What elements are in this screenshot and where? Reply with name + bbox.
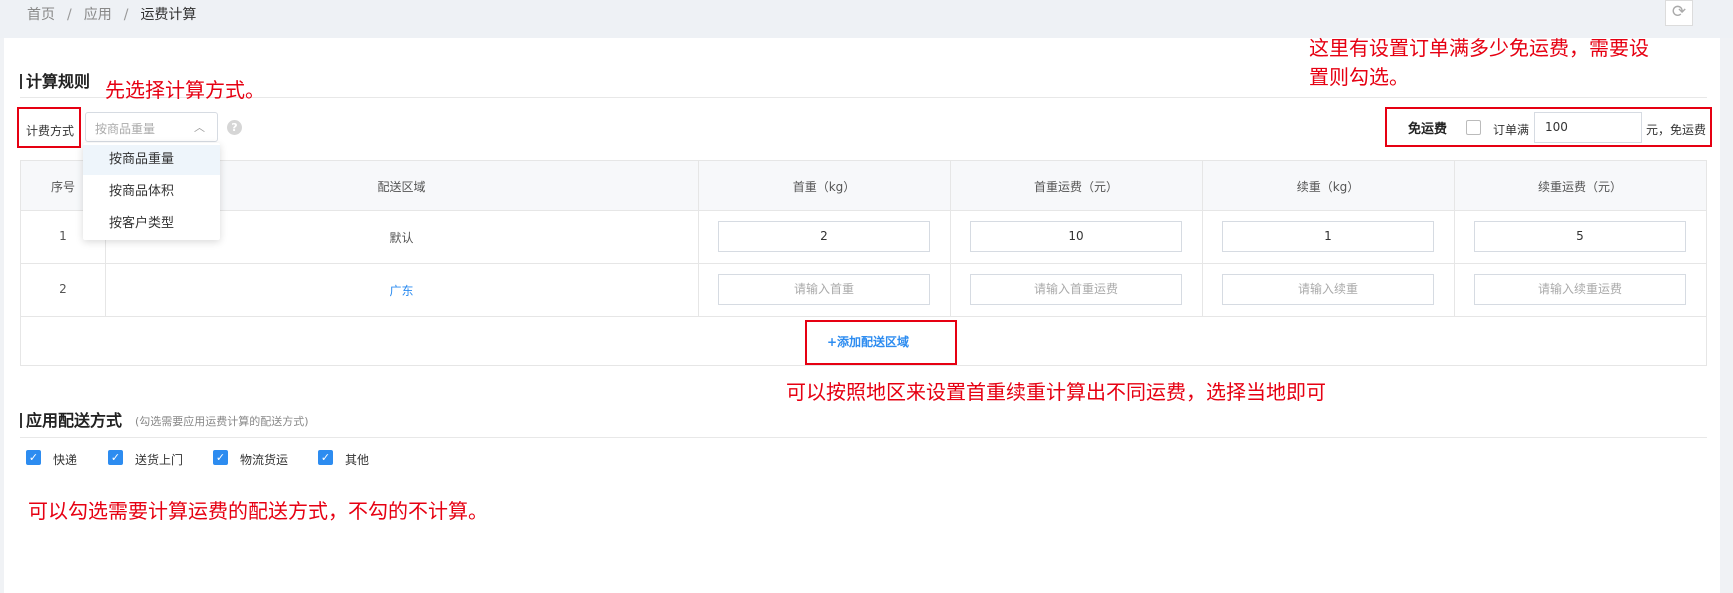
method-label-other: 其他	[345, 453, 370, 467]
row-divider	[21, 263, 1706, 264]
method-label-home-delivery: 送货上门	[135, 453, 184, 467]
breadcrumb: 首页 / 应用 / 运费计算	[27, 4, 196, 24]
help-icon[interactable]: ?	[227, 120, 242, 135]
method-checkbox-other[interactable]: ✓	[318, 450, 333, 465]
free-shipping-suffix: 元，免运费	[1646, 123, 1707, 137]
row2-first-fee-input[interactable]: 请输入首重运费	[970, 274, 1182, 305]
chevron-up-icon: ︿	[194, 121, 205, 134]
annotation-box-add-region	[805, 320, 957, 365]
column-divider	[950, 161, 951, 316]
column-header-first-fee: 首重运费（元）	[1033, 180, 1118, 194]
method-label-freight: 物流货运	[240, 453, 289, 467]
annotation-region: 可以按照地区来设置首重续重计算出不同运费，选择当地即可	[786, 380, 1326, 404]
annotation-select-method: 先选择计算方式。	[105, 78, 265, 102]
billing-method-dropdown: 按商品重量 按商品体积 按客户类型	[83, 143, 220, 240]
method-checkbox-home-delivery[interactable]: ✓	[108, 450, 123, 465]
divider	[20, 437, 1707, 438]
billing-method-label: 计费方式	[26, 124, 75, 138]
breadcrumb-home[interactable]: 首页	[27, 7, 55, 23]
free-shipping-prefix: 订单满	[1493, 123, 1530, 137]
row2-region-link[interactable]: 广东	[105, 282, 698, 299]
row-divider	[21, 316, 1706, 317]
free-shipping-label: 免运费	[1408, 122, 1448, 137]
breadcrumb-apps[interactable]: 应用	[84, 7, 112, 23]
billing-option-weight[interactable]: 按商品重量	[83, 145, 220, 175]
column-header-extra-weight: 续重（kg）	[1296, 180, 1360, 194]
free-shipping-checkbox[interactable]	[1466, 120, 1481, 135]
section-title-rules: 计算规则	[20, 68, 90, 92]
breadcrumb-separator: /	[123, 7, 129, 23]
column-header-extra-fee: 续重运费（元）	[1537, 180, 1622, 194]
refresh-icon[interactable]: ⟳	[1665, 0, 1693, 26]
annotation-free-shipping-line2: 置则勾选。	[1309, 65, 1409, 89]
billing-method-placeholder: 按商品重量	[95, 122, 156, 136]
delivery-hint: (勾选需要应用运费计算的配送方式)	[135, 415, 309, 428]
billing-method-select[interactable]: 按商品重量 ︿	[85, 112, 218, 142]
row2-extra-fee-input[interactable]: 请输入续重运费	[1474, 274, 1686, 305]
billing-option-volume[interactable]: 按商品体积	[83, 177, 220, 207]
section-title-rules-text: 计算规则	[26, 72, 91, 91]
breadcrumb-current: 运费计算	[140, 7, 197, 23]
row2-index: 2	[59, 282, 67, 296]
top-bar: 首页 / 应用 / 运费计算 ⟳	[0, 0, 1733, 38]
row1-first-weight-input[interactable]: 2	[718, 221, 930, 252]
row2-first-weight-input[interactable]: 请输入首重	[718, 274, 930, 305]
breadcrumb-separator: /	[67, 7, 72, 23]
column-header-first-weight: 首重（kg）	[792, 180, 856, 194]
column-divider	[698, 161, 699, 316]
method-label-express: 快递	[53, 453, 78, 467]
row1-extra-fee-input[interactable]: 5	[1474, 221, 1686, 252]
row2-extra-weight-input[interactable]: 请输入续重	[1222, 274, 1434, 305]
column-divider	[1202, 161, 1203, 316]
annotation-methods: 可以勾选需要计算运费的配送方式，不勾的不计算。	[28, 499, 488, 523]
method-checkbox-freight[interactable]: ✓	[213, 450, 228, 465]
divider	[20, 97, 1707, 98]
method-checkbox-express[interactable]: ✓	[26, 450, 41, 465]
free-shipping-amount-input[interactable]: 100	[1534, 112, 1642, 143]
section-title-delivery-text: 应用配送方式	[26, 411, 123, 430]
column-divider	[1454, 161, 1455, 316]
billing-option-customer-type[interactable]: 按客户类型	[83, 209, 220, 239]
row1-first-fee-input[interactable]: 10	[970, 221, 1182, 252]
row1-extra-weight-input[interactable]: 1	[1222, 221, 1434, 252]
section-title-delivery: 应用配送方式	[20, 407, 122, 431]
annotation-free-shipping-line1: 这里有设置订单满多少免运费，需要设	[1309, 36, 1649, 60]
